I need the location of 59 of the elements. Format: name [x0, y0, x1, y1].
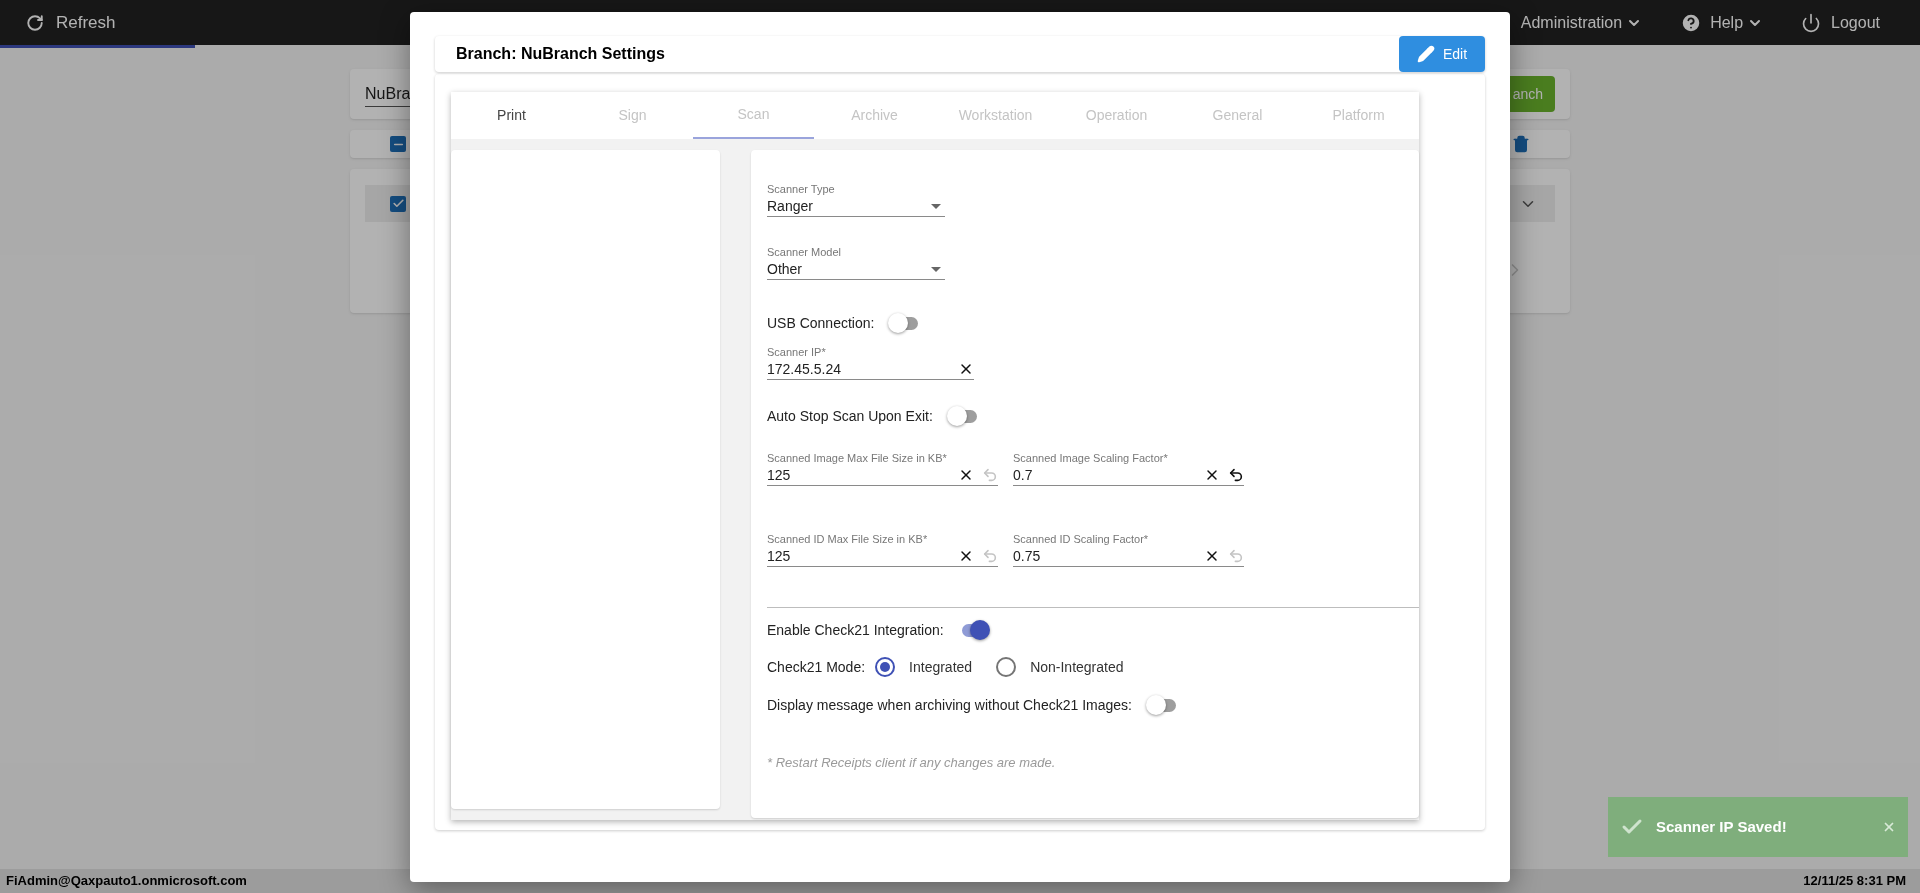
- toggle-label: Enable Check21 Integration:: [767, 620, 944, 640]
- field-value: 125: [767, 465, 792, 485]
- help-icon: [1680, 11, 1703, 34]
- power-icon: [1801, 12, 1822, 33]
- field-label: Scanned ID Max File Size in KB*: [767, 533, 929, 546]
- radio-button[interactable]: [996, 657, 1017, 677]
- dropdown-caret-icon: [931, 266, 941, 272]
- field-value: 0.75: [1013, 546, 1042, 566]
- toggle-switch[interactable]: [888, 313, 919, 333]
- dialog-title: Branch: NuBranch Settings: [456, 44, 666, 64]
- radio-label: Integrated: [909, 657, 973, 677]
- menu-button[interactable]: Logout: [1801, 10, 1880, 35]
- field-label: Scanner Type: [767, 183, 836, 196]
- date-time: 12/11/25 8:31 PM: [1803, 872, 1906, 891]
- refresh-icon: [26, 13, 44, 32]
- select-value: Ranger: [767, 196, 814, 216]
- toggle-label: USB Connection:: [767, 313, 875, 333]
- toast-message: Scanner IP Saved!: [1656, 816, 1788, 837]
- text-field[interactable]: Scanner IP* 172.45.5.24: [767, 346, 974, 380]
- undo-icon[interactable]: [1228, 467, 1244, 483]
- clear-icon[interactable]: [958, 548, 974, 564]
- user-email: FiAdmin@Qaxpauto1.onmicrosoft.com: [6, 872, 247, 891]
- field-label: Scanned ID Scaling Factor*: [1013, 533, 1150, 546]
- field-label: Scanner IP*: [767, 346, 827, 359]
- radio-button[interactable]: [875, 657, 896, 677]
- trash-icon[interactable]: [1512, 135, 1530, 153]
- field-label: Scanned Image Scaling Factor*: [1013, 452, 1169, 465]
- clear-icon[interactable]: [958, 467, 974, 483]
- check-icon: [391, 197, 405, 210]
- select-field[interactable]: Scanner Model Other: [767, 246, 945, 280]
- clear-icon[interactable]: [958, 361, 974, 377]
- toggle-switch[interactable]: [946, 406, 977, 426]
- text-field[interactable]: Scanned ID Max File Size in KB* 125: [767, 533, 998, 567]
- field-label: Scanner Model: [767, 246, 842, 259]
- toggle-label: Display message when archiving without Check21 Images:: [767, 695, 1132, 715]
- refresh-button[interactable]: Refresh: [26, 9, 116, 36]
- toggle-label: Auto Stop Scan Upon Exit:: [767, 406, 933, 426]
- text-field[interactable]: Scanned Image Max File Size in KB* 125: [767, 452, 998, 486]
- text-field[interactable]: Scanned ID Scaling Factor* 0.75: [1013, 533, 1244, 567]
- dropdown-caret-icon: [931, 203, 941, 209]
- field-value: 0.7: [1013, 465, 1034, 485]
- field-value: 125: [767, 546, 792, 566]
- radio-group-label: Check21 Mode:: [767, 657, 866, 677]
- select-field[interactable]: Scanner Type Ranger: [767, 183, 945, 217]
- clear-icon[interactable]: [1204, 467, 1220, 483]
- menu-button[interactable]: Help: [1680, 10, 1764, 35]
- checkbox[interactable]: [390, 136, 406, 152]
- menu-button[interactable]: Administration: [1520, 10, 1643, 35]
- radio-label: Non-Integrated: [1030, 657, 1124, 677]
- pencil-icon: [1416, 45, 1435, 63]
- text-field[interactable]: Scanned Image Scaling Factor* 0.7: [1013, 452, 1244, 486]
- tab[interactable]: Print: [451, 92, 572, 139]
- toggle-switch[interactable]: [1145, 695, 1176, 715]
- checkbox[interactable]: [390, 195, 406, 212]
- clear-icon[interactable]: [1204, 548, 1220, 564]
- field-value: 172.45.5.24: [767, 359, 842, 379]
- select-value: Other: [767, 259, 803, 279]
- field-label: Scanned Image Max File Size in KB*: [767, 452, 948, 465]
- restart-note: * Restart Receipts client if any changes are made.: [767, 754, 1057, 772]
